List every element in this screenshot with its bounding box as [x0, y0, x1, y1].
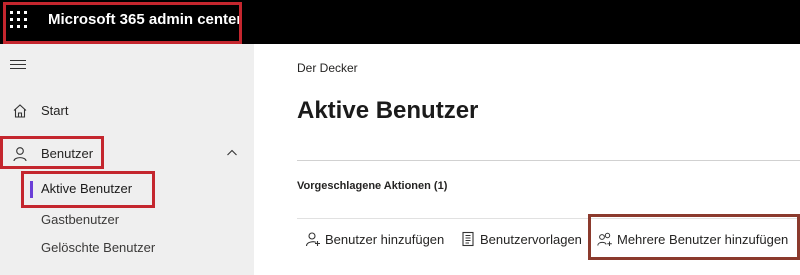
sidebar-subitem-geloeschte-benutzer[interactable]: Gelöschte Benutzer [0, 234, 254, 262]
hamburger-icon[interactable] [10, 60, 26, 71]
highlight-box-title [3, 2, 242, 44]
sidebar-subitem-gastbenutzer[interactable]: Gastbenutzer [0, 206, 254, 234]
sidebar-subitem-label: Gelöschte Benutzer [41, 240, 156, 255]
breadcrumb: Der Decker [297, 61, 358, 75]
page-title: Aktive Benutzer [297, 97, 479, 124]
divider [297, 160, 800, 161]
sidebar-item-label: Start [41, 103, 69, 118]
sidebar-item-start[interactable]: Start [0, 96, 254, 126]
highlight-box-aktive-benutzer [21, 171, 155, 208]
add-user-icon [305, 232, 320, 247]
chevron-up-icon[interactable] [226, 147, 238, 159]
highlight-box-benutzer [0, 136, 104, 169]
home-icon [13, 104, 27, 118]
add-user-button[interactable]: Benutzer hinzufügen [305, 228, 455, 254]
suggested-actions-heading[interactable]: Vorgeschlagene Aktionen (1) [297, 180, 447, 192]
highlight-box-add-multiple-users [588, 214, 800, 260]
user-templates-button[interactable]: Benutzervorlagen [460, 228, 585, 254]
sidebar-subitem-label: Gastbenutzer [41, 212, 120, 227]
template-icon [462, 231, 474, 247]
user-templates-label: Benutzervorlagen [480, 232, 582, 247]
add-user-label: Benutzer hinzufügen [325, 232, 445, 247]
